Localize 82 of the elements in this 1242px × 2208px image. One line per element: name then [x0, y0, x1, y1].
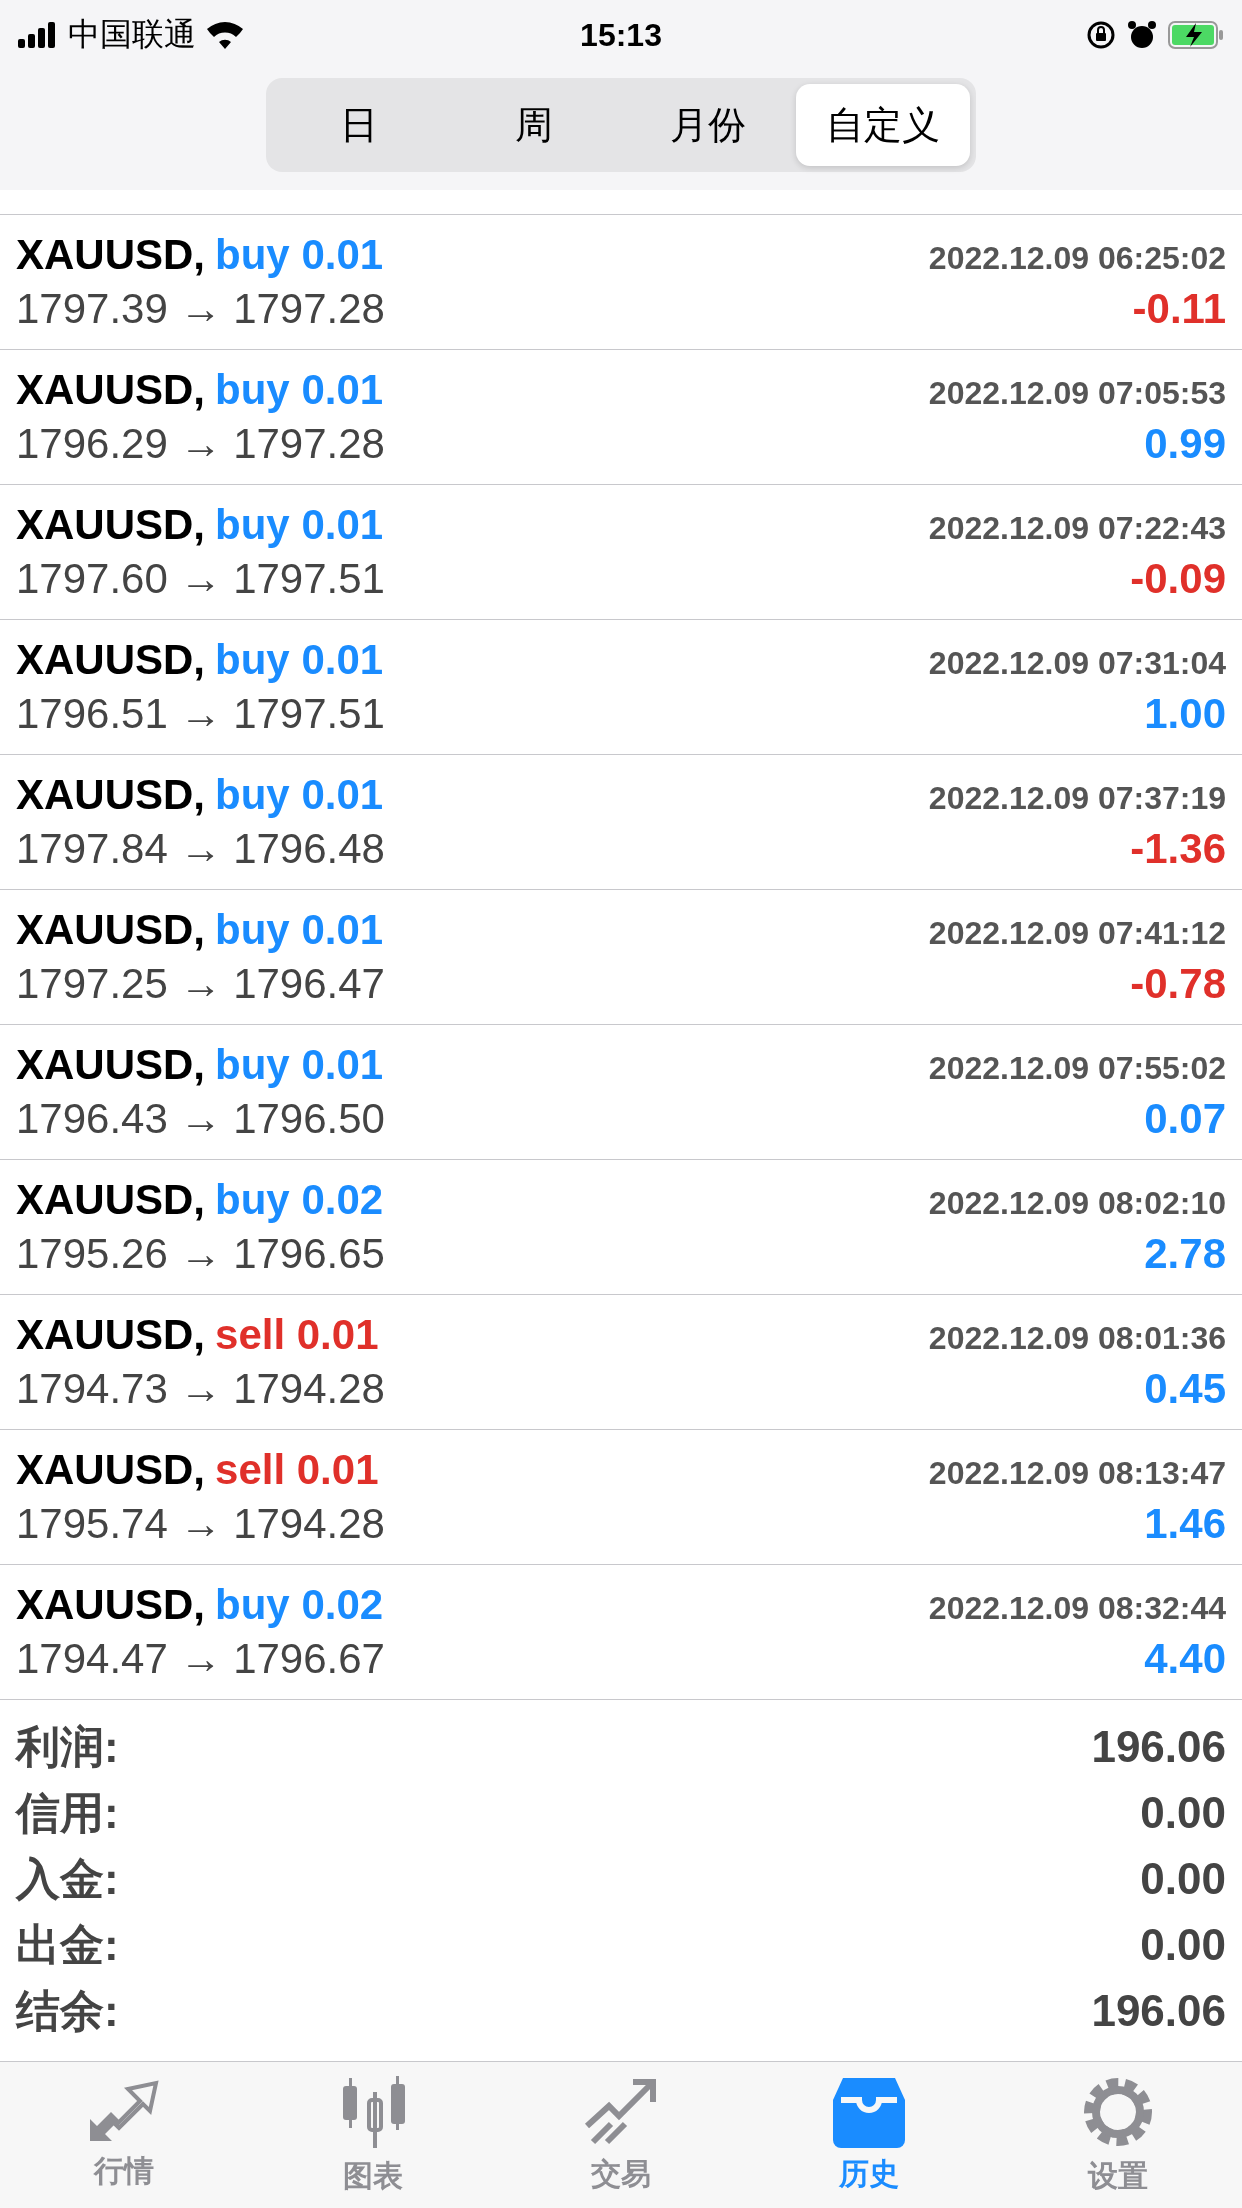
tab-bar-item[interactable]: 图表 [248, 2062, 497, 2208]
summary-value: 196.06 [1091, 1986, 1226, 2036]
summary-label: 信用: [16, 1786, 119, 1839]
summary-value: 196.06 [1091, 1722, 1226, 1772]
trade-time: 2022.12.09 07:37:19 [928, 780, 1226, 817]
trade-time: 2022.12.09 06:25:02 [928, 240, 1226, 277]
trade-prices: 1795.74 → 1794.28 [16, 1500, 385, 1548]
trade-time: 2022.12.09 08:32:44 [928, 1590, 1226, 1627]
trade-profit: 2.78 [1144, 1230, 1226, 1278]
tab-bar-item[interactable]: 行情 [0, 2062, 249, 2208]
tab-bar-item[interactable]: 历史 [745, 2062, 994, 2208]
inbox-icon [831, 2075, 908, 2148]
symbol: XAUUSD, [16, 501, 206, 548]
tab-bar-item[interactable]: 设置 [993, 2062, 1242, 2208]
trade-profit: 0.45 [1144, 1365, 1226, 1413]
trade-time: 2022.12.09 07:31:04 [928, 645, 1226, 682]
symbol: XAUUSD, [16, 1041, 206, 1088]
trade-prices: 1796.29 → 1797.28 [16, 420, 385, 468]
summary-label: 出金: [16, 1918, 119, 1971]
symbol: XAUUSD, [16, 636, 206, 683]
trade-profit: -0.78 [1130, 960, 1226, 1008]
trade-profit: 0.07 [1144, 1095, 1226, 1143]
tab-bar-item[interactable]: 交易 [496, 2062, 746, 2208]
trade-volume: buy 0.01 [215, 1041, 384, 1088]
trade-volume: buy 0.01 [215, 231, 384, 278]
trade-volume: buy 0.02 [215, 1581, 384, 1628]
trade-volume: buy 0.01 [215, 771, 384, 818]
trade-time: 2022.12.09 07:22:43 [928, 510, 1226, 547]
trade-prices: 1794.73 → 1794.28 [16, 1365, 385, 1413]
trade-volume: buy 0.01 [215, 636, 384, 683]
alarm-icon [1126, 19, 1158, 51]
summary-value: 0.00 [1140, 1920, 1226, 1970]
summary-label: 入金: [16, 1852, 119, 1905]
period-tab[interactable]: 周 [446, 84, 621, 166]
summary-label: 结余: [16, 1984, 119, 2037]
wifi-icon [206, 21, 244, 49]
trade-profit: 0.99 [1144, 420, 1226, 468]
trade-prices: 1794.47 → 1796.67 [16, 1635, 385, 1683]
symbol: XAUUSD, [16, 906, 206, 953]
clock-time: 15:13 [580, 16, 662, 54]
trade-time: 2022.12.09 07:05:53 [928, 375, 1226, 412]
trade-profit: -0.11 [1132, 285, 1226, 333]
trade-time: 2022.12.09 07:55:02 [928, 1050, 1226, 1087]
trade-profit: -1.36 [1130, 825, 1226, 873]
period-tab[interactable]: 日 [272, 84, 447, 166]
symbol: XAUUSD, [16, 1446, 206, 1493]
rotation-lock-icon [1086, 20, 1116, 50]
symbol: XAUUSD, [16, 1176, 206, 1223]
trade-profit: 1.00 [1144, 690, 1226, 738]
symbol: XAUUSD, [16, 231, 206, 278]
trade-time: 2022.12.09 08:13:47 [928, 1455, 1226, 1492]
battery-charging-icon [1168, 21, 1224, 49]
trade-time: 2022.12.09 08:01:36 [928, 1320, 1226, 1357]
symbol: XAUUSD, [16, 1311, 206, 1358]
trade-time: 2022.12.09 08:02:10 [928, 1185, 1226, 1222]
trade-volume: buy 0.02 [215, 1176, 384, 1223]
trade-time: 2022.12.09 07:41:12 [928, 915, 1226, 952]
period-tab[interactable]: 自定义 [795, 84, 970, 166]
trade-profit: -0.09 [1130, 555, 1226, 603]
trade-prices: 1797.39 → 1797.28 [16, 285, 385, 333]
trade-volume: buy 0.01 [215, 906, 384, 953]
trade-volume: sell 0.01 [215, 1446, 379, 1493]
summary-value: 0.00 [1140, 1854, 1226, 1904]
carrier-name: 中国联通 [68, 15, 196, 54]
trade-prices: 1796.43 → 1796.50 [16, 1095, 385, 1143]
trade-prices: 1796.51 → 1797.51 [16, 690, 385, 738]
trade-volume: sell 0.01 [215, 1311, 379, 1358]
trade-prices: 1797.84 → 1796.48 [16, 825, 385, 873]
trade-volume: buy 0.01 [215, 501, 384, 548]
trade-volume: buy 0.01 [215, 366, 384, 413]
summary-value: 0.00 [1140, 1788, 1226, 1838]
trade-prices: 1795.26 → 1796.65 [16, 1230, 385, 1278]
symbol: XAUUSD, [16, 1581, 206, 1628]
summary-label: 利润: [16, 1720, 119, 1773]
period-tab[interactable]: 月份 [621, 84, 796, 166]
trade-profit: 4.40 [1144, 1635, 1226, 1683]
trade-profit: 1.46 [1144, 1500, 1226, 1548]
symbol: XAUUSD, [16, 366, 206, 413]
trade-prices: 1797.60 → 1797.51 [16, 555, 385, 603]
trade-prices: 1797.25 → 1796.47 [16, 960, 385, 1008]
signal-icon [18, 22, 58, 48]
symbol: XAUUSD, [16, 771, 206, 818]
